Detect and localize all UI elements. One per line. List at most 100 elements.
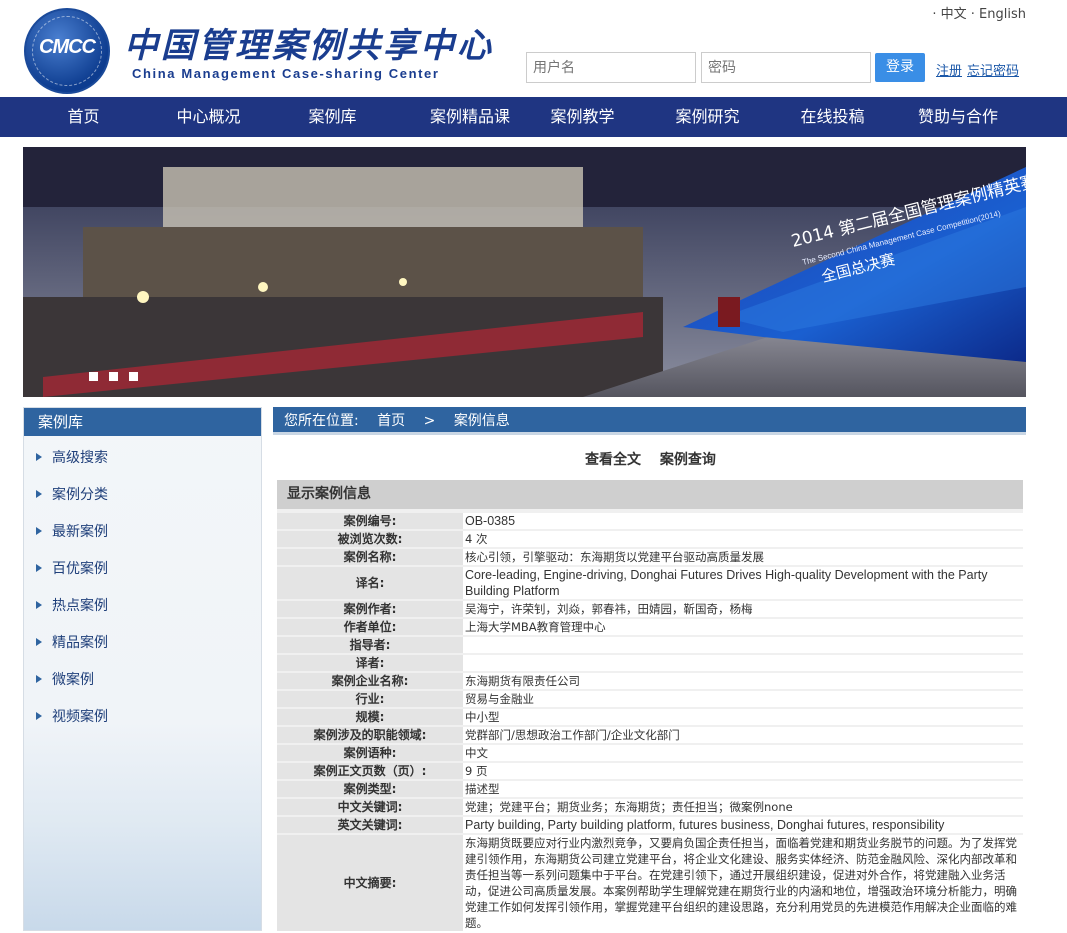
main-content: 您所在位置: 首页 > 案例信息 查看全文 案例查询 显示案例信息 案例编号: O… xyxy=(273,407,1026,931)
sidebar-item-micro[interactable]: 微案例 xyxy=(36,669,94,689)
table-row: 作者单位: 上海大学MBA教育管理中心 xyxy=(277,619,1023,635)
nav-case-library[interactable]: 案例库 xyxy=(295,97,370,137)
field-label: 案例涉及的职能领域: xyxy=(277,727,463,743)
field-label: 译名: xyxy=(277,567,463,599)
field-value: 中小型 xyxy=(463,709,1023,725)
field-value: 4 次 xyxy=(463,531,1023,547)
sidebar-item-label: 高级搜索 xyxy=(52,450,108,466)
nav-home[interactable]: 首页 xyxy=(46,97,121,137)
arrow-right-icon xyxy=(36,601,42,609)
sidebar-item-label: 最新案例 xyxy=(52,524,108,540)
breadcrumb-separator: > xyxy=(423,413,436,429)
field-label: 案例类型: xyxy=(277,781,463,797)
nav-case-research[interactable]: 案例研究 xyxy=(665,97,750,137)
sidebar-item-label: 百优案例 xyxy=(52,561,108,577)
field-label: 规模: xyxy=(277,709,463,725)
field-label: 中文关键词: xyxy=(277,799,463,815)
table-row: 英文关键词: Party building, Party building pla… xyxy=(277,817,1023,833)
field-value: 党群部门/思想政治工作部门/企业文化部门 xyxy=(463,727,1023,743)
register-link[interactable]: 注册 xyxy=(936,60,962,79)
table-row: 案例名称: 核心引领，引擎驱动：东海期货以党建平台驱动高质量发展 xyxy=(277,549,1023,565)
field-label: 英文关键词: xyxy=(277,817,463,833)
case-query-link[interactable]: 案例查询 xyxy=(660,452,716,468)
view-full-text-link[interactable]: 查看全文 xyxy=(585,452,641,468)
sidebar-item-categories[interactable]: 案例分类 xyxy=(36,484,108,504)
username-input[interactable] xyxy=(526,52,696,83)
sidebar-item-top100[interactable]: 百优案例 xyxy=(36,558,108,578)
table-row: 中文关键词: 党建；党建平台；期货业务；东海期货；责任担当；微案例none xyxy=(277,799,1023,815)
sidebar-item-label: 微案例 xyxy=(52,672,94,688)
password-input[interactable] xyxy=(701,52,871,83)
forgot-password-link[interactable]: 忘记密码 xyxy=(967,60,1019,79)
site-header: CMCC 中国管理案例共享中心 China Management Case-sh… xyxy=(0,0,1067,97)
field-value: 描述型 xyxy=(463,781,1023,797)
action-links: 查看全文 案例查询 xyxy=(585,449,730,469)
table-row: 行业: 贸易与金融业 xyxy=(277,691,1023,707)
main-nav: 首页 中心概况 案例库 案例精品课 案例教学 案例研究 在线投稿 赞助与合作 xyxy=(0,97,1067,137)
field-value: Party building, Party building platform,… xyxy=(463,817,1023,833)
field-label: 案例正文页数（页）: xyxy=(277,763,463,779)
nav-case-teaching[interactable]: 案例教学 xyxy=(540,97,625,137)
table-row: 案例编号: OB-0385 xyxy=(277,513,1023,529)
field-label: 案例企业名称: xyxy=(277,673,463,689)
login-button[interactable]: 登录 xyxy=(875,53,925,82)
language-switch[interactable]: · 中文 · English xyxy=(932,3,1026,22)
table-row: 案例企业名称: 东海期货有限责任公司 xyxy=(277,673,1023,689)
case-info-panel: 显示案例信息 案例编号: OB-0385 被浏览次数: 4 次案例名称: 核心引领，引擎… xyxy=(277,480,1023,931)
arrow-right-icon xyxy=(36,712,42,720)
site-title-en: China Management Case-sharing Center xyxy=(132,66,440,81)
field-label: 被浏览次数: xyxy=(277,531,463,547)
banner-dot-1[interactable] xyxy=(89,372,98,381)
sidebar-item-featured[interactable]: 精品案例 xyxy=(36,632,108,652)
field-value: 上海大学MBA教育管理中心 xyxy=(463,619,1023,635)
sidebar-item-label: 视频案例 xyxy=(52,709,108,725)
sidebar-item-hot[interactable]: 热点案例 xyxy=(36,595,108,615)
arrow-right-icon xyxy=(36,564,42,572)
table-row: 被浏览次数: 4 次 xyxy=(277,531,1023,547)
table-row: 译名: Core-leading, Engine-driving, Donghai… xyxy=(277,567,1023,599)
conference-photo: 2014 第二届全国管理案例精英赛 The Second China Manag… xyxy=(23,147,1026,397)
field-value: 吴海宁，许荣钊，刘焱，郭春祎，田婧园，靳国奇，杨梅 xyxy=(463,601,1023,617)
field-value: 中文 xyxy=(463,745,1023,761)
sidebar-item-latest[interactable]: 最新案例 xyxy=(36,521,108,541)
nav-sponsorship[interactable]: 赞助与合作 xyxy=(908,97,1008,137)
field-label: 指导者: xyxy=(277,637,463,653)
field-label: 作者单位: xyxy=(277,619,463,635)
field-label: 译者: xyxy=(277,655,463,671)
panel-title: 显示案例信息 xyxy=(277,480,1023,509)
breadcrumb-label: 您所在位置: xyxy=(284,413,359,429)
field-value xyxy=(463,655,1023,671)
breadcrumb-home[interactable]: 首页 xyxy=(377,413,405,429)
arrow-right-icon xyxy=(36,490,42,498)
field-label: 案例作者: xyxy=(277,601,463,617)
field-label: 行业: xyxy=(277,691,463,707)
banner-dot-2[interactable] xyxy=(109,372,118,381)
field-label: 中文摘要: xyxy=(277,835,463,931)
field-value: 9 页 xyxy=(463,763,1023,779)
cmcc-logo[interactable]: CMCC xyxy=(24,8,110,94)
arrow-right-icon xyxy=(36,453,42,461)
nav-about[interactable]: 中心概况 xyxy=(166,97,251,137)
field-label: 案例编号: xyxy=(277,513,463,529)
field-value: 贸易与金融业 xyxy=(463,691,1023,707)
arrow-right-icon xyxy=(36,638,42,646)
table-row: 案例正文页数（页）: 9 页 xyxy=(277,763,1023,779)
field-value: 党建；党建平台；期货业务；东海期货；责任担当；微案例none xyxy=(463,799,1023,815)
table-row: 案例作者: 吴海宁，许荣钊，刘焱，郭春祎，田婧园，靳国奇，杨梅 xyxy=(277,601,1023,617)
breadcrumb: 您所在位置: 首页 > 案例信息 xyxy=(273,407,1026,435)
field-value: OB-0385 xyxy=(463,513,1023,529)
table-row: 案例类型: 描述型 xyxy=(277,781,1023,797)
table-row: 译者: xyxy=(277,655,1023,671)
sidebar-item-advanced-search[interactable]: 高级搜索 xyxy=(36,447,108,467)
table-row: 案例语种: 中文 xyxy=(277,745,1023,761)
sidebar-item-label: 热点案例 xyxy=(52,598,108,614)
nav-featured-courses[interactable]: 案例精品课 xyxy=(408,97,532,137)
field-value: 核心引领，引擎驱动：东海期货以党建平台驱动高质量发展 xyxy=(463,549,1023,565)
nav-online-submission[interactable]: 在线投稿 xyxy=(790,97,875,137)
banner-dot-3[interactable] xyxy=(129,372,138,381)
field-label: 案例名称: xyxy=(277,549,463,565)
sidebar-item-video[interactable]: 视频案例 xyxy=(36,706,108,726)
table-row: 指导者: xyxy=(277,637,1023,653)
field-value: Core-leading, Engine-driving, Donghai Fu… xyxy=(463,567,1023,599)
hero-banner[interactable]: 2014 第二届全国管理案例精英赛 The Second China Manag… xyxy=(23,147,1026,397)
